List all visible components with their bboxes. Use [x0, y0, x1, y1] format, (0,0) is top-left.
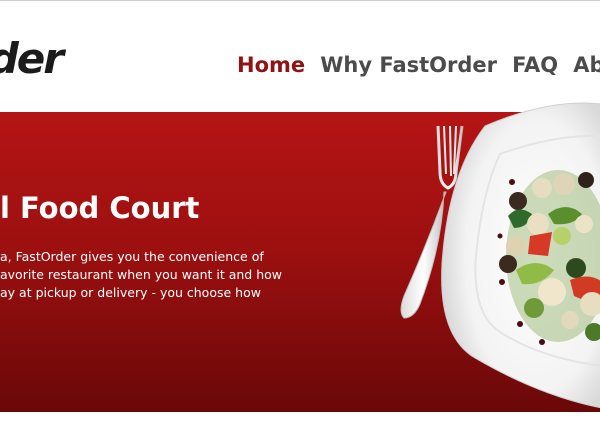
logo-text: rder: [0, 36, 64, 83]
hero-description: a, FastOrder gives you the convenience o…: [0, 248, 300, 302]
hero-line: ay at pickup or delivery - you choose ho…: [0, 285, 261, 300]
nav-faq[interactable]: FAQ: [512, 50, 558, 80]
nav-about[interactable]: Abo: [573, 50, 600, 80]
hero-line: a, FastOrder gives you the convenience o…: [0, 249, 264, 264]
main-nav: Home Why FastOrder FAQ Abo: [237, 50, 600, 80]
hero-title: l Food Court: [0, 191, 200, 225]
nav-why-fastorder[interactable]: Why FastOrder: [320, 50, 497, 80]
page: rder Home Why FastOrder FAQ Abo l Food C…: [0, 0, 600, 426]
fastorder-logo[interactable]: rder: [0, 36, 100, 88]
hero-line: avorite restaurant when you want it and …: [0, 267, 283, 282]
salad-plate-image: [400, 102, 600, 409]
top-divider: [0, 0, 600, 1]
nav-home[interactable]: Home: [237, 50, 305, 80]
